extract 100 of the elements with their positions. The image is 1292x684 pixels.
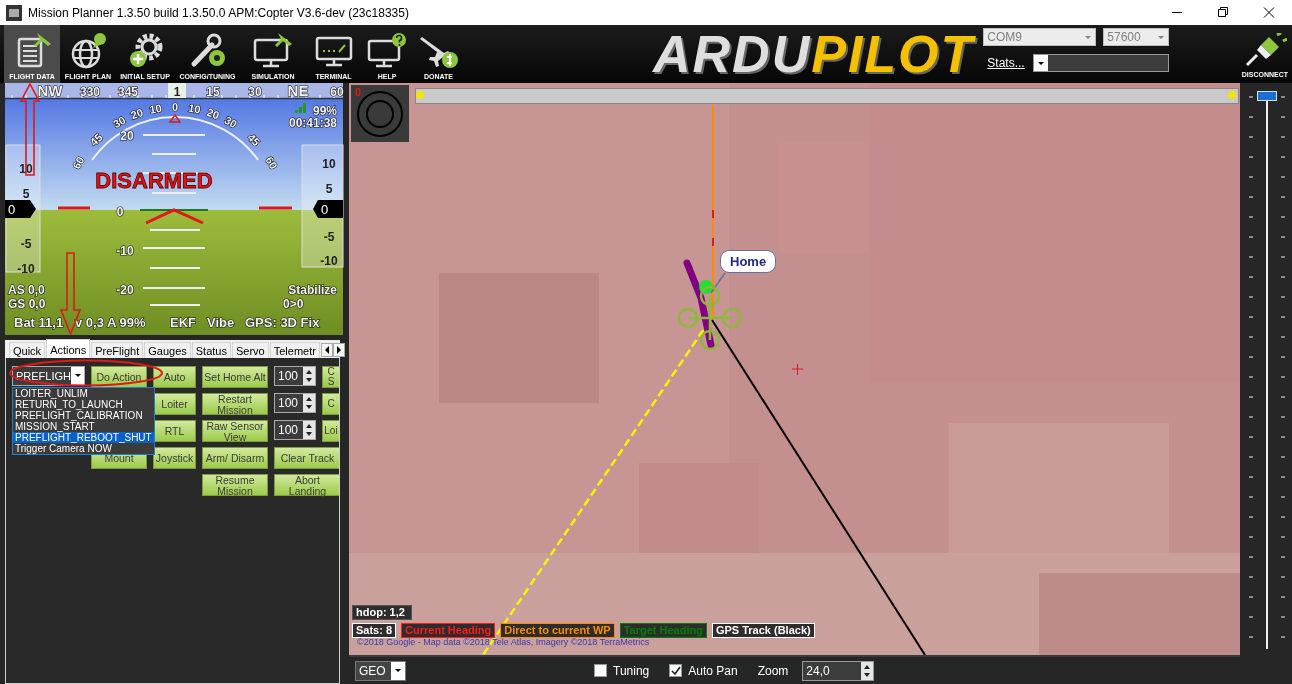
- ekf-indicator: EKF: [170, 315, 196, 330]
- dropdown-item[interactable]: MISSION_START: [13, 421, 154, 432]
- legend-label: GPS Track (Black): [711, 623, 815, 638]
- target-line: [712, 209, 714, 247]
- quadcopter-icon: [677, 285, 743, 351]
- spin-arrows-icon[interactable]: [861, 661, 874, 680]
- legend-label: Current Heading: [401, 623, 496, 638]
- roll-label: 0: [171, 101, 179, 113]
- dropdown-item[interactable]: LOITER_UNLIM: [13, 388, 154, 399]
- gps-status: GPS: 3D Fix: [245, 315, 320, 330]
- action-button[interactable]: Resume Mission: [202, 474, 268, 496]
- tab[interactable]: PreFlight: [91, 342, 144, 358]
- battery-readout: v 0,3 A 99%: [75, 315, 146, 330]
- tab[interactable]: Actions: [46, 339, 91, 358]
- zoom-field[interactable]: 24,0: [802, 660, 875, 681]
- legend-label: Target Heading: [619, 623, 707, 638]
- roll-label: 30: [222, 113, 240, 131]
- dropdown-list[interactable]: LOITER_UNLIM RETURN_TO_LAUNCH PREFLIGHT_CALIBRATION MISSION_START PREFLIGHT_REBOOT_SHUT Trigger Camera NOW: [12, 387, 155, 455]
- action-button[interactable]: Loiter: [153, 393, 196, 415]
- help-icon: [366, 31, 408, 69]
- speed-label: -5: [20, 237, 32, 251]
- altitude-label: 0: [321, 202, 329, 217]
- roll-label: 45: [87, 131, 105, 149]
- crosshair-icon: [791, 363, 804, 376]
- hdop-label: hdop: 1,2: [352, 605, 412, 620]
- checkbox[interactable]: [594, 664, 607, 677]
- speed-label: 0: [8, 202, 16, 217]
- altitude-label: 5: [325, 182, 333, 196]
- heading-marker: 0: [355, 86, 362, 98]
- tab[interactable]: Telemetr: [269, 342, 320, 358]
- flight-timer: 00:41:38: [288, 116, 337, 130]
- level-bar: [259, 206, 292, 210]
- compass-widget: [351, 85, 409, 142]
- action-button[interactable]: Do Action: [91, 366, 147, 388]
- action-button[interactable]: C S: [322, 366, 339, 388]
- horizon-line: [139, 209, 209, 211]
- monitor-icon: [252, 31, 294, 69]
- action-button[interactable]: RTL: [153, 420, 196, 442]
- tab[interactable]: Status: [191, 342, 231, 358]
- action-button[interactable]: Restart Mission: [202, 393, 268, 415]
- action-button[interactable]: C: [322, 393, 339, 415]
- checkbox-label: Tuning: [613, 663, 650, 678]
- legend-label: Direct to current WP: [500, 623, 615, 638]
- action-button[interactable]: Raw Sensor View: [202, 420, 268, 442]
- compass-label: NW: [37, 83, 63, 99]
- stats-link[interactable]: Stats...: [987, 56, 1025, 70]
- compass-label: 330: [80, 85, 100, 99]
- action-button[interactable]: Abort Landing: [274, 474, 339, 496]
- level-bar: [58, 206, 90, 210]
- connection-dropdown[interactable]: [1032, 54, 1170, 72]
- roll-label: 30: [110, 113, 128, 131]
- number-spinner[interactable]: 100: [274, 366, 316, 386]
- signal-icon: [295, 103, 306, 113]
- tab-scroll-left-button[interactable]: [320, 343, 333, 357]
- slider-thumb[interactable]: [1257, 91, 1277, 101]
- roll-label: 20: [129, 105, 145, 122]
- pitch-label: -10: [116, 244, 134, 258]
- app-icon: [6, 4, 22, 21]
- number-spinner[interactable]: 100: [274, 393, 316, 413]
- spin-arrows-icon[interactable]: [303, 394, 315, 412]
- action-button[interactable]: Clear Track: [274, 447, 339, 469]
- tab[interactable]: Quick: [9, 342, 46, 358]
- action-button[interactable]: Arm/ Disarm: [202, 447, 268, 469]
- number-spinner[interactable]: 100: [274, 420, 316, 440]
- action-button[interactable]: Auto: [153, 366, 196, 388]
- roll-pointer: [168, 113, 182, 123]
- spin-arrows-icon[interactable]: [303, 367, 315, 385]
- roll-label: 10: [187, 101, 202, 116]
- speed-label: -10: [17, 262, 35, 276]
- dropdown-item[interactable]: PREFLIGHT_REBOOT_SHUT: [13, 432, 154, 443]
- vibe-indicator: Vibe: [207, 315, 235, 330]
- checkbox[interactable]: [669, 664, 683, 677]
- airspeed-readout: AS 0,0: [8, 283, 45, 297]
- home-marker: [699, 280, 713, 294]
- compass-label: 345: [118, 85, 138, 99]
- aircraft-symbol: [145, 208, 204, 225]
- roll-label: 20: [205, 105, 221, 122]
- roll-label: 45: [245, 131, 263, 149]
- roll-label: 60: [70, 154, 87, 172]
- tab[interactable]: Servo: [231, 342, 269, 358]
- coordinate-dropdown[interactable]: GEO: [355, 660, 406, 681]
- heading-indicator: [416, 91, 424, 99]
- checkbox-label: Auto Pan: [688, 663, 738, 678]
- action-button[interactable]: Set Home Alt: [202, 366, 268, 388]
- dropdown-item[interactable]: PREFLIGHT_CALIBRATION: [13, 410, 154, 421]
- legend-label: Sats: 8: [352, 623, 397, 638]
- flight-mode: Stabilize: [288, 283, 337, 297]
- dropdown-item[interactable]: RETURN_TO_LAUNCH: [13, 399, 154, 410]
- action-button[interactable]: Loi: [322, 420, 339, 442]
- roll-label: 60: [263, 154, 280, 172]
- roll-label: 10: [148, 101, 163, 116]
- pitch-label: -20: [116, 283, 134, 297]
- speed-label: 5: [22, 187, 30, 201]
- groundspeed-readout: GS 0,0: [8, 297, 46, 311]
- action-button[interactable]: Joystick: [153, 447, 196, 469]
- tab[interactable]: Gauges: [144, 342, 191, 358]
- waypoint-readout: 0>0: [283, 297, 304, 311]
- spin-arrows-icon[interactable]: [303, 421, 315, 439]
- arm-status: DISARMED: [95, 168, 213, 193]
- altitude-label: -10: [320, 254, 338, 268]
